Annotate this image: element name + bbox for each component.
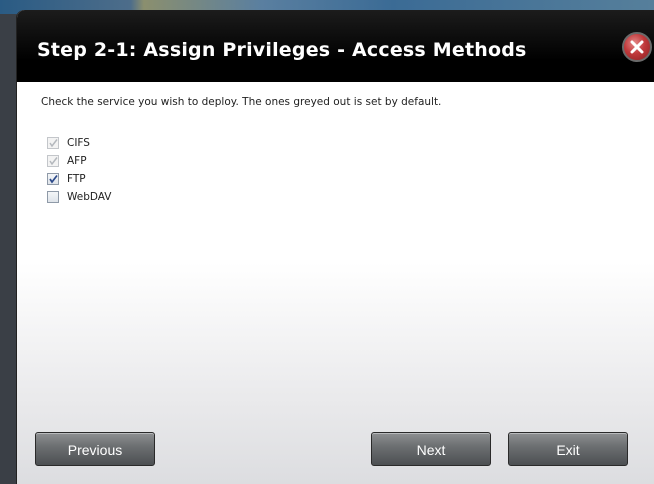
- check-icon: [49, 139, 58, 148]
- close-icon: [630, 40, 644, 54]
- afp-label: AFP: [67, 155, 87, 167]
- cifs-label: CIFS: [67, 137, 90, 149]
- instruction-text: Check the service you wish to deploy. Th…: [41, 96, 442, 108]
- dialog-titlebar: Step 2-1: Assign Privileges - Access Met…: [17, 10, 654, 82]
- option-cifs[interactable]: CIFS: [47, 135, 90, 151]
- webdav-checkbox[interactable]: [47, 191, 59, 203]
- afp-checkbox[interactable]: [47, 155, 59, 167]
- wizard-dialog: Step 2-1: Assign Privileges - Access Met…: [17, 10, 654, 484]
- exit-button[interactable]: Exit: [508, 432, 628, 466]
- webdav-label: WebDAV: [67, 191, 112, 203]
- ftp-checkbox[interactable]: [47, 173, 59, 185]
- option-webdav[interactable]: WebDAV: [47, 189, 112, 205]
- dialog-title: Step 2-1: Assign Privileges - Access Met…: [37, 39, 527, 61]
- check-icon: [49, 174, 58, 184]
- close-button[interactable]: [622, 32, 652, 62]
- option-afp[interactable]: AFP: [47, 153, 87, 169]
- next-button[interactable]: Next: [371, 432, 491, 466]
- previous-button[interactable]: Previous: [35, 432, 155, 466]
- cifs-checkbox[interactable]: [47, 137, 59, 149]
- ftp-label: FTP: [67, 173, 86, 185]
- check-icon: [49, 157, 58, 166]
- option-ftp[interactable]: FTP: [47, 171, 86, 187]
- dialog-content: Check the service you wish to deploy. Th…: [17, 82, 654, 484]
